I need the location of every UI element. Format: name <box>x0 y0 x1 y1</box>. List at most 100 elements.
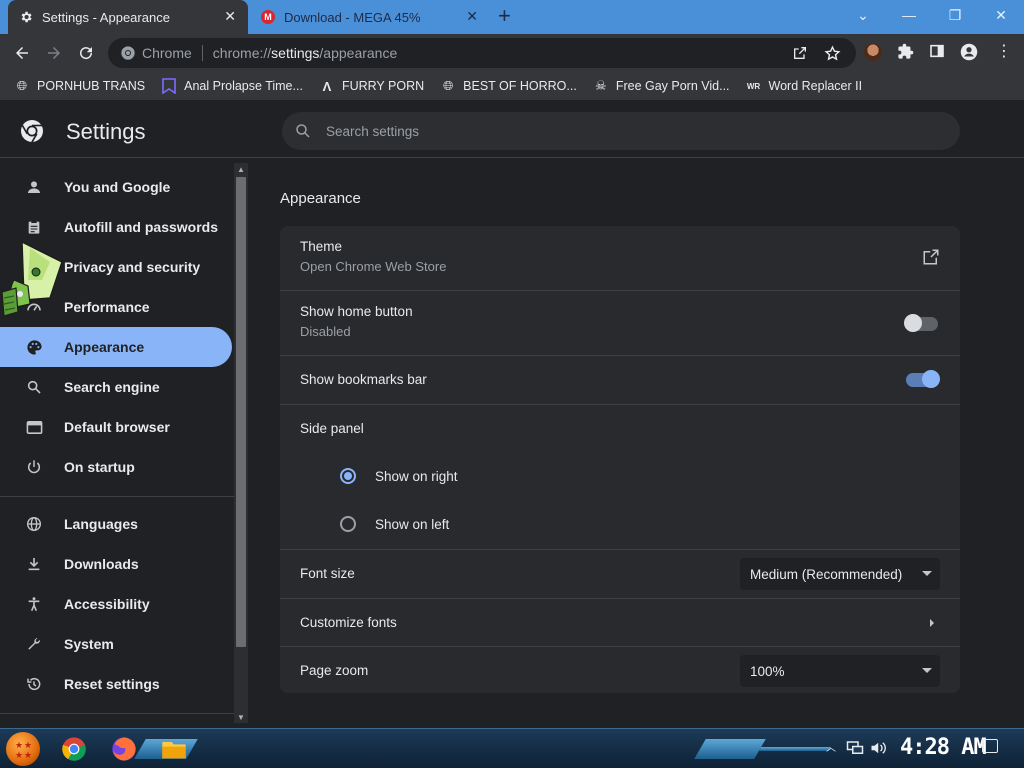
network-icon[interactable] <box>846 740 864 756</box>
sidebar-item-languages[interactable]: Languages <box>0 504 232 544</box>
dropdown-caret-icon <box>922 571 932 576</box>
bookmarks-bar-row[interactable]: Show bookmarks bar <box>280 355 960 404</box>
search-icon <box>296 124 310 138</box>
sidebar-item-reset-settings[interactable]: Reset settings <box>0 664 232 704</box>
sidebar-divider <box>0 496 234 497</box>
customize-fonts-row[interactable]: Customize fonts <box>280 598 960 646</box>
scroll-down-arrow-icon[interactable]: ▼ <box>236 713 246 722</box>
forward-button[interactable] <box>42 41 66 65</box>
tab-settings[interactable]: Settings - Appearance ✕ <box>8 0 248 34</box>
profile-avatar-icon[interactable] <box>960 43 978 65</box>
tab-mega-download[interactable]: M Download - MEGA 45% ✕ <box>250 0 490 34</box>
gear-icon <box>18 9 34 25</box>
download-icon <box>24 554 44 574</box>
sidebar-item-search-engine[interactable]: Search engine <box>0 367 232 407</box>
minimize-button[interactable]: — <box>886 4 932 26</box>
extensions-puzzle-icon[interactable] <box>897 43 914 64</box>
home-button-toggle[interactable] <box>904 314 938 332</box>
theme-row[interactable]: Theme Open Chrome Web Store <box>280 226 960 290</box>
palette-icon <box>24 337 44 357</box>
sidebar-scrollbar[interactable]: ▲ ▼ <box>234 163 248 723</box>
accessibility-icon <box>24 594 44 614</box>
back-button[interactable] <box>10 41 34 65</box>
omnibox-chrome-label: Chrome <box>142 45 203 61</box>
chrome-taskbar-icon[interactable] <box>60 735 88 763</box>
tray-overflow-chevron-icon[interactable]: ︿ <box>826 739 836 754</box>
tab-search-dropdown-icon[interactable]: ⌄ <box>840 4 886 26</box>
menu-kebab-icon[interactable]: ⋮ <box>996 41 1012 61</box>
radio-button[interactable] <box>340 516 356 532</box>
reload-button[interactable] <box>74 41 98 65</box>
wrench-icon <box>24 634 44 654</box>
notifications-icon[interactable] <box>982 739 998 753</box>
tab-title: Download - MEGA 45% <box>284 9 421 25</box>
close-icon[interactable]: ✕ <box>466 9 478 23</box>
sidebar-item-downloads[interactable]: Downloads <box>0 544 232 584</box>
profile-extension-icon[interactable] <box>864 43 882 65</box>
bookmark-item[interactable]: Anal Prolapse Time... <box>161 78 303 94</box>
home-button-sublabel: Disabled <box>300 324 351 339</box>
reload-icon <box>80 47 93 60</box>
new-tab-button[interactable]: + <box>498 5 511 27</box>
lambda-icon: Λ <box>322 78 332 94</box>
section-title: Appearance <box>280 190 361 207</box>
home-button-label: Show home button <box>300 304 413 319</box>
globe-icon: 🌐︎ <box>442 78 454 93</box>
forward-arrow-icon <box>48 47 60 59</box>
address-bar[interactable]: Chrome chrome://settings/appearance <box>108 38 856 68</box>
search-box[interactable] <box>282 112 960 150</box>
bookmark-item[interactable]: Λ FURRY PORN <box>319 78 425 94</box>
share-icon[interactable] <box>792 45 808 65</box>
bookmarks-bar-toggle[interactable] <box>906 370 940 388</box>
taskbar-clock[interactable]: 4:28 AM <box>900 735 987 760</box>
chrome-logo-icon <box>21 120 43 143</box>
side-panel-option-right[interactable]: Show on right <box>340 468 458 484</box>
external-link-icon[interactable] <box>922 248 940 266</box>
sidebar-item-default-browser[interactable]: Default browser <box>0 407 232 447</box>
browser-icon <box>24 417 44 437</box>
clipboard-icon <box>24 217 44 237</box>
search-icon <box>24 377 44 397</box>
sidebar-item-appearance[interactable]: Appearance <box>0 327 232 367</box>
close-icon[interactable]: ✕ <box>224 9 236 23</box>
toggle-knob <box>904 314 922 332</box>
bookmarks-bar-label: Show bookmarks bar <box>300 372 427 387</box>
radio-button-checked[interactable] <box>340 468 356 484</box>
page-zoom-row: Page zoom 100% <box>280 646 960 693</box>
bookmark-item[interactable]: 🌐︎ BEST OF HORRO... <box>440 78 577 94</box>
sidebar-item-you-and-google[interactable]: You and Google <box>0 167 232 207</box>
appearance-card: Theme Open Chrome Web Store Show home bu… <box>280 226 960 693</box>
bookmark-star-icon[interactable] <box>824 45 841 66</box>
search-input[interactable] <box>326 123 886 139</box>
sidebar-item-on-startup[interactable]: On startup <box>0 447 232 487</box>
page-zoom-label: Page zoom <box>300 663 369 678</box>
window-close-button[interactable]: ✕ <box>978 4 1024 26</box>
restore-button[interactable]: ❐ <box>932 4 978 26</box>
page-title: Settings <box>66 119 146 144</box>
side-panel-option-left[interactable]: Show on left <box>340 516 449 532</box>
start-button-dragonball-icon[interactable]: ★ ★ ★ ★ <box>6 732 40 766</box>
side-panel-label: Side panel <box>300 421 364 436</box>
home-button-row[interactable]: Show home button Disabled <box>280 290 960 355</box>
volume-icon[interactable] <box>870 740 888 756</box>
side-panel-row: Side panel Show on right Show on left <box>280 404 960 549</box>
scrollbar-thumb[interactable] <box>236 177 246 647</box>
file-explorer-taskbar-icon[interactable] <box>160 735 188 763</box>
side-panel-icon[interactable] <box>929 43 945 63</box>
font-size-row: Font size Medium (Recommended) <box>280 549 960 598</box>
chrome-icon <box>121 46 135 60</box>
font-size-select[interactable]: Medium (Recommended) <box>740 558 940 590</box>
scroll-up-arrow-icon[interactable]: ▲ <box>236 165 246 174</box>
person-icon <box>24 177 44 197</box>
bookmarks-bar: 🌐︎ PORNHUB TRANS Anal Prolapse Time... Λ… <box>0 72 1024 100</box>
sidebar-item-system[interactable]: System <box>0 624 232 664</box>
bookmark-item[interactable]: 🌐︎ PORNHUB TRANS <box>14 78 145 94</box>
font-size-label: Font size <box>300 566 355 581</box>
sidebar-divider <box>0 713 234 714</box>
bookmark-item[interactable]: ☠ Free Gay Porn Vid... <box>593 78 730 94</box>
sidebar-item-accessibility[interactable]: Accessibility <box>0 584 232 624</box>
chevron-right-icon <box>930 619 934 627</box>
bookmark-item[interactable]: WR Word Replacer II <box>746 78 862 94</box>
page-zoom-select[interactable]: 100% <box>740 655 940 687</box>
toggle-knob <box>922 370 940 388</box>
